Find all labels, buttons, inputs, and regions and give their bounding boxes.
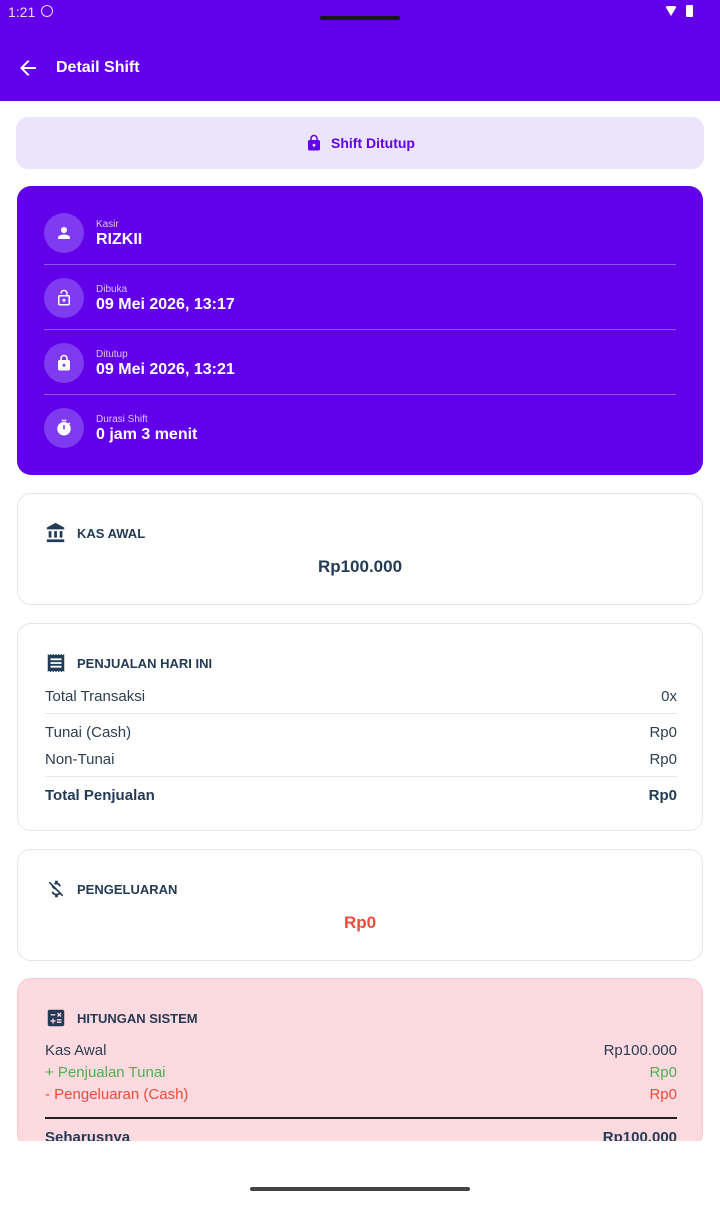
total-sales-row: Total Penjualan Rp0 [45,784,677,806]
battery-icon [686,5,693,17]
navigation-bar [0,1141,720,1206]
divider [44,264,676,265]
row-value: Rp0 [649,723,677,741]
row-label: + Penjualan Tunai [45,1064,166,1081]
shift-status-label: Shift Ditutup [331,135,415,151]
row-value: Rp0 [648,786,677,804]
info-value: 0 jam 3 menit [96,426,198,443]
row-label: - Pengeluaran (Cash) [45,1086,189,1103]
info-value: RIZKII [96,231,143,248]
divider [44,394,676,395]
row-value: 0x [661,687,677,705]
lock-open-icon [44,278,84,318]
card-title: KAS AWAL [77,525,146,541]
bank-icon [46,522,65,543]
system-opening-cash-row: Kas Awal Rp100.000 [45,1042,677,1062]
timer-icon [44,408,84,448]
row-label: Tunai (Cash) [45,723,132,741]
sales-today-card: PENJUALAN HARI INI Total Transaksi 0x Tu… [17,623,703,831]
card-title: HITUNGAN SISTEM [77,1010,198,1026]
total-transactions-row: Total Transaksi 0x [45,685,677,707]
divider [44,329,676,330]
row-value: Rp0 [649,750,677,768]
row-label: Kas Awal [45,1042,107,1059]
shift-info-card: Kasir RIZKII Dibuka 09 Mei 2026, 13:17 D… [17,186,703,475]
info-row-cashier: Kasir RIZKII [44,201,676,265]
non-cash-sales-row: Non-Tunai Rp0 [45,748,677,770]
calculator-icon [47,1009,65,1027]
info-label: Dibuka [96,284,128,295]
opening-cash-card: KAS AWAL Rp100.000 [17,493,703,605]
row-label: Total Penjualan [45,786,155,804]
lock-icon [44,343,84,383]
row-label: Total Transaksi [45,687,146,705]
card-header: PENJUALAN HARI INI [45,652,212,674]
system-cash-sales-row: + Penjualan Tunai Rp0 [45,1064,677,1084]
page-title: Detail Shift [56,59,140,76]
receipt-icon [47,653,65,673]
expenses-amount: Rp0 [343,913,377,932]
status-time: 1:21 [8,4,36,20]
cash-sales-row: Tunai (Cash) Rp0 [45,721,677,743]
row-value: Rp100.000 [603,1042,677,1059]
person-icon [44,213,84,253]
divider [45,713,677,714]
card-title: PENGELUARAN [77,881,178,897]
expenses-card: PENGELUARAN Rp0 [17,849,703,961]
info-row-opened: Dibuka 09 Mei 2026, 13:17 [44,266,676,330]
info-label: Kasir [96,219,119,230]
row-value: Rp0 [649,1064,677,1081]
divider [45,1117,677,1119]
card-title: PENJUALAN HARI INI [77,655,213,671]
lock-icon [308,134,320,151]
row-value: Rp0 [649,1086,677,1103]
wifi-icon [665,6,677,16]
shift-status-badge: Shift Ditutup [16,117,704,169]
card-header: PENGELUARAN [45,878,177,900]
home-indicator[interactable] [250,1187,470,1191]
info-value: 09 Mei 2026, 13:21 [96,361,235,378]
info-label: Ditutup [96,349,128,360]
info-row-duration: Durasi Shift 0 jam 3 menit [44,396,676,460]
divider [45,776,677,777]
info-label: Durasi Shift [96,414,148,425]
opening-cash-amount: Rp100.000 [317,557,403,576]
money-off-icon [48,880,64,898]
system-calculation-card: HITUNGAN SISTEM Kas Awal Rp100.000 + Pen… [17,978,703,1148]
camera-notch [320,16,400,20]
do-not-disturb-icon [41,5,53,17]
app-bar: Detail Shift [0,24,720,101]
back-arrow-icon[interactable] [16,56,40,80]
card-header: KAS AWAL [45,522,145,544]
system-cash-expenses-row: - Pengeluaran (Cash) Rp0 [45,1086,677,1106]
info-value: 09 Mei 2026, 13:17 [96,296,235,313]
status-bar: 1:21 [0,0,720,24]
card-header: HITUNGAN SISTEM [45,1007,198,1029]
row-label: Non-Tunai [45,750,115,768]
info-row-closed: Ditutup 09 Mei 2026, 13:21 [44,331,676,395]
